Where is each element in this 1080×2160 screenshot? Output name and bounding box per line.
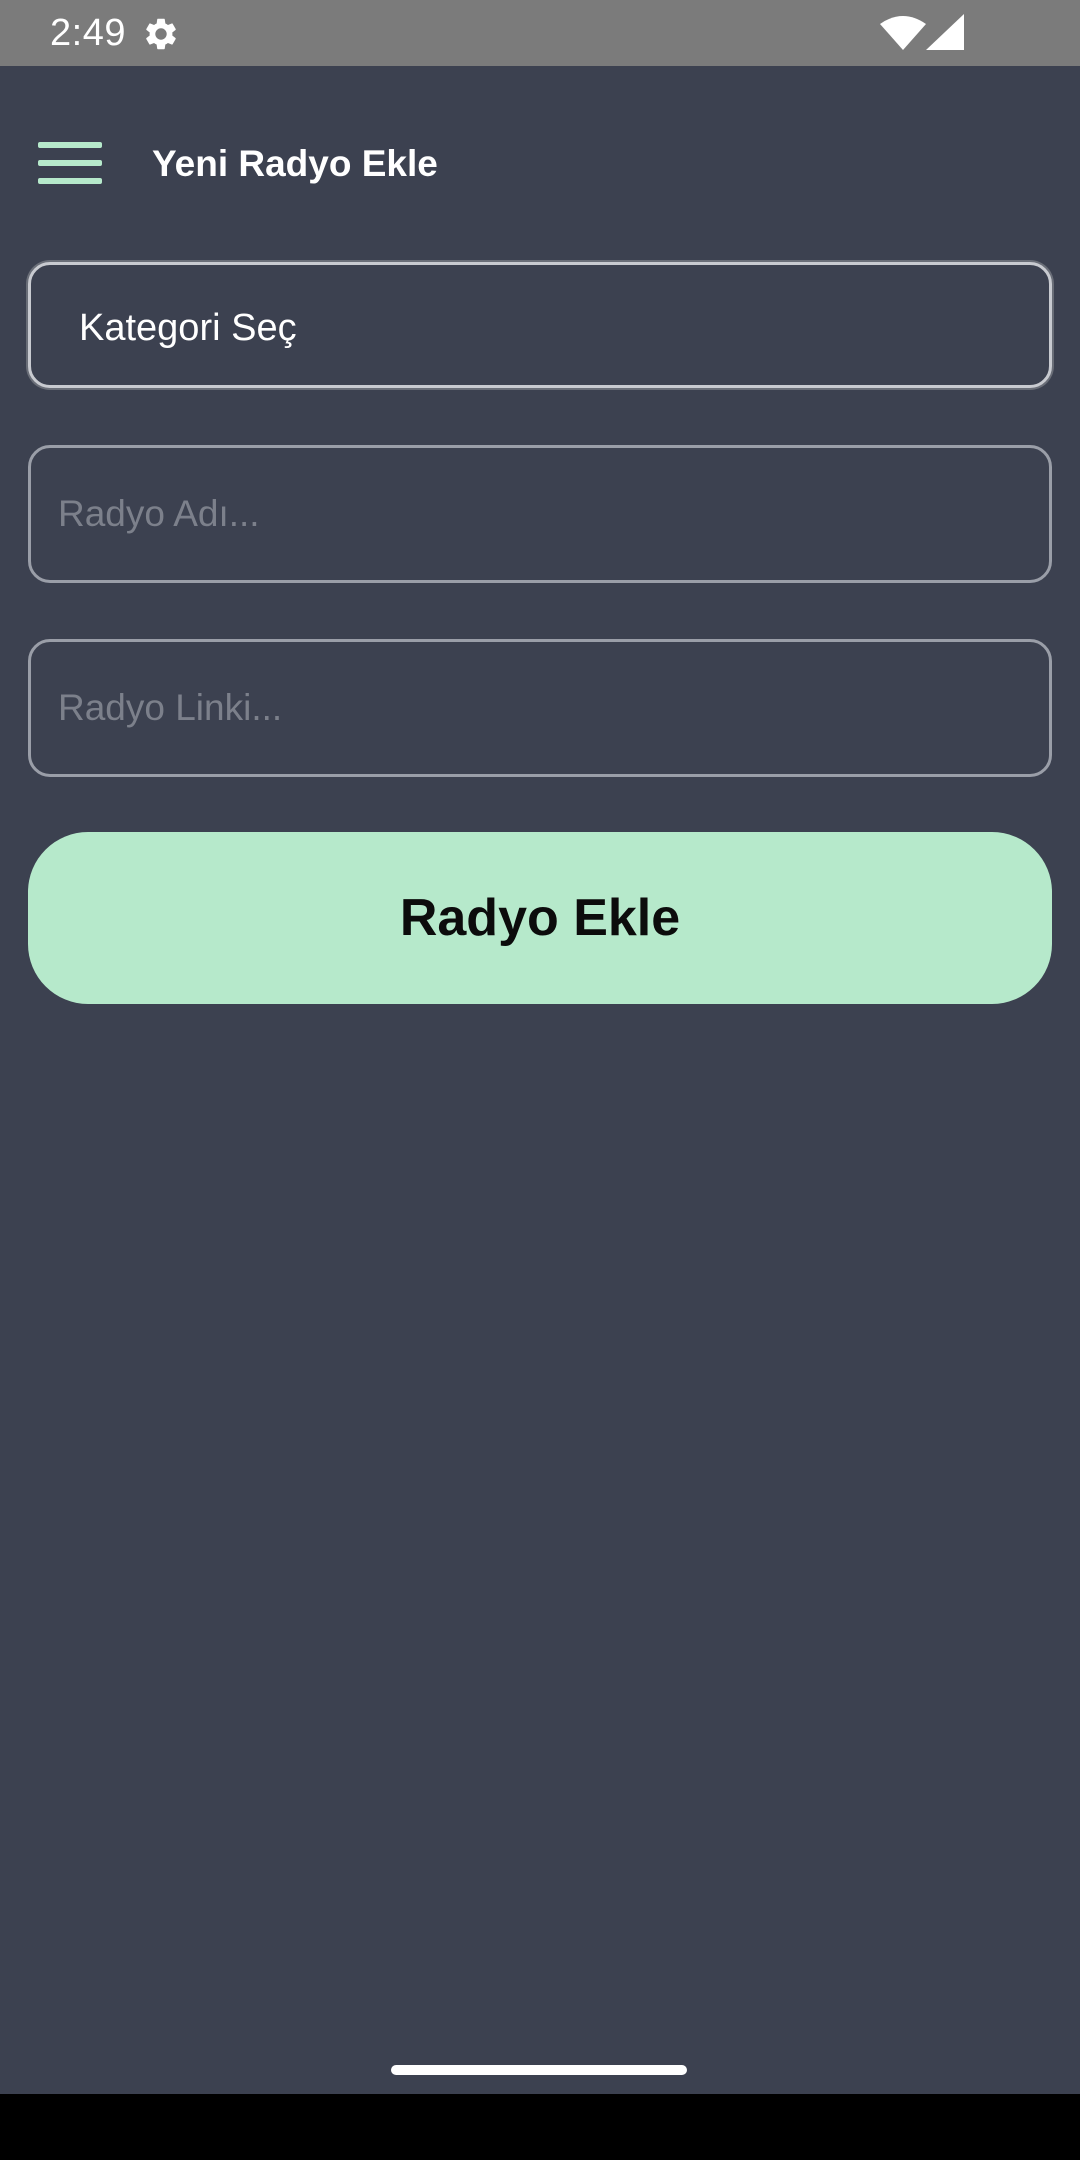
menu-line bbox=[38, 178, 102, 184]
status-time: 2:49 bbox=[50, 12, 126, 54]
radio-name-field bbox=[28, 445, 1052, 583]
hamburger-menu-icon[interactable] bbox=[38, 142, 102, 186]
status-bar: 2:49 bbox=[0, 0, 1080, 66]
radio-name-input[interactable] bbox=[58, 448, 1018, 580]
cell-signal-icon bbox=[926, 14, 964, 50]
gear-icon bbox=[146, 18, 176, 50]
category-select[interactable]: Kategori Seç bbox=[28, 262, 1052, 388]
app-bar: Yeni Radyo Ekle bbox=[0, 66, 1080, 266]
navigation-bar bbox=[0, 2094, 1080, 2160]
wifi-icon bbox=[880, 16, 926, 50]
menu-line bbox=[38, 142, 102, 148]
home-gesture-handle[interactable] bbox=[391, 2065, 687, 2075]
add-radio-button[interactable]: Radyo Ekle bbox=[28, 832, 1052, 1004]
radio-link-input[interactable] bbox=[58, 642, 1018, 774]
page-title: Yeni Radyo Ekle bbox=[152, 143, 438, 184]
radio-link-field bbox=[28, 639, 1052, 777]
menu-line bbox=[38, 160, 102, 166]
category-select-value: Kategori Seç bbox=[79, 307, 297, 349]
